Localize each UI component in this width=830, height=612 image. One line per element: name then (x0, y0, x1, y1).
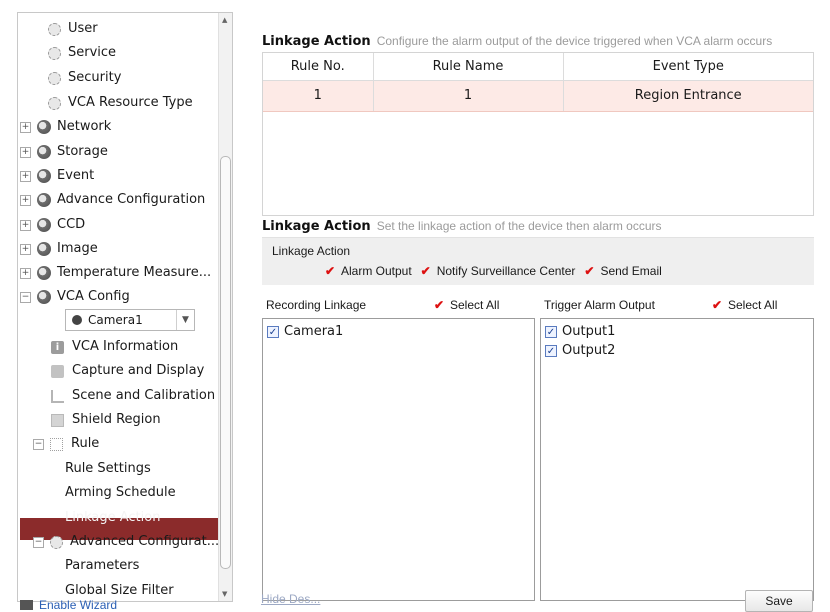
rule-table: Rule No. Rule Name Event Type 1 1 Region… (263, 53, 813, 112)
expand-icon[interactable]: + (20, 219, 31, 231)
globe-icon (37, 242, 51, 256)
tree-scrollbar[interactable]: ▲ ▼ (218, 13, 232, 601)
list-item[interactable]: ✓ Output1 (545, 322, 813, 341)
tree-item-storage[interactable]: + Storage (20, 140, 108, 164)
checkbox-checked-icon[interactable]: ✓ (267, 325, 279, 338)
table-row[interactable]: 1 1 Region Entrance (263, 79, 813, 112)
checkmark-icon: ✔ (433, 298, 445, 312)
collapse-icon[interactable]: − (33, 536, 44, 548)
notify-surveillance-center-checkbox[interactable]: ✔ Notify Surveillance Center (420, 264, 576, 278)
cell-rule-name: 1 (373, 79, 564, 112)
trigger-alarm-output-header: Trigger Alarm Output (544, 298, 655, 312)
checkbox-checked-icon[interactable]: ✓ (545, 325, 557, 338)
globe-icon (37, 169, 51, 183)
linkage-options: ✔ Alarm Output ✔ Notify Surveillance Cen… (324, 264, 662, 278)
hide-description-link[interactable]: Hide Des... (261, 592, 320, 606)
tree-item-advance-configuration[interactable]: + Advance Configuration (20, 188, 205, 212)
column-header-event-type[interactable]: Event Type (563, 53, 813, 81)
checkmark-icon: ✔ (584, 264, 595, 278)
scroll-down-icon[interactable]: ▼ (222, 590, 227, 598)
tree-item-temperature-measure[interactable]: + Temperature Measure... (20, 261, 211, 285)
globe-icon (37, 266, 51, 280)
expand-icon[interactable]: + (20, 267, 31, 279)
expand-icon[interactable]: + (20, 194, 31, 206)
tree-item-scene-and-calibration[interactable]: Scene and Calibration (51, 384, 215, 408)
scroll-up-icon[interactable]: ▲ (222, 16, 227, 24)
list-item[interactable]: ✓ Output2 (545, 341, 813, 360)
chevron-down-icon[interactable]: ▼ (176, 310, 194, 330)
expand-icon[interactable]: + (20, 146, 31, 158)
tree-item-vca-information[interactable]: i VCA Information (51, 335, 178, 359)
globe-icon (37, 290, 51, 304)
cell-rule-no: 1 (263, 79, 374, 112)
collapse-icon[interactable]: − (33, 438, 44, 450)
linkage-action-heading: Linkage Action Configure the alarm output… (262, 34, 773, 49)
cell-event-type: Region Entrance (563, 79, 813, 112)
gear-icon (48, 96, 61, 110)
checkmark-icon: ✔ (711, 298, 723, 312)
capture-icon (51, 364, 64, 378)
navigation-tree: User Service Security VCA Resource Type … (17, 12, 233, 602)
recording-select-all-checkbox[interactable]: ✔ Select All (433, 292, 499, 318)
column-header-rule-no[interactable]: Rule No. (263, 53, 374, 81)
shield-icon (51, 413, 64, 427)
tree-item-shield-region[interactable]: Shield Region (51, 408, 161, 432)
linkage-group-label: Linkage Action (272, 244, 351, 258)
tree-item-parameters[interactable]: Parameters (65, 554, 139, 578)
expand-icon[interactable]: + (20, 170, 31, 182)
scene-icon (51, 389, 64, 403)
rule-table-panel: Rule No. Rule Name Event Type 1 1 Region… (262, 52, 814, 216)
info-icon: i (51, 340, 64, 354)
tree-item-arming-schedule[interactable]: Arming Schedule (65, 481, 176, 505)
checkmark-icon: ✔ (420, 264, 431, 278)
tree-item-vca-config[interactable]: − VCA Config (20, 285, 130, 309)
linkage-options-panel: Linkage Action ✔ Alarm Output ✔ Notify S… (262, 237, 814, 285)
gear-icon (50, 535, 63, 549)
checkmark-icon: ✔ (324, 264, 336, 278)
tree-item-security[interactable]: Security (48, 66, 121, 90)
gear-icon (48, 46, 61, 60)
column-header-rule-name[interactable]: Rule Name (373, 53, 564, 81)
tree-item-event[interactable]: + Event (20, 164, 94, 188)
globe-icon (37, 120, 51, 134)
tree-item-linkage-action[interactable]: Linkage Action (65, 506, 160, 530)
tree-item-ccd[interactable]: + CCD (20, 213, 85, 237)
tree-item-rule-settings[interactable]: Rule Settings (65, 457, 151, 481)
scroll-thumb[interactable] (220, 156, 231, 569)
trigger-alarm-output-list: ✓ Output1 ✓ Output2 (540, 318, 814, 601)
gear-icon (48, 71, 61, 85)
trigger-select-all-checkbox[interactable]: ✔ Select All (711, 292, 777, 318)
tree-item-advanced-configuration[interactable]: − Advanced Configurat... (33, 530, 219, 554)
recording-linkage-header: Recording Linkage (266, 298, 367, 312)
tree-item-service[interactable]: Service (48, 41, 116, 65)
globe-icon (37, 193, 51, 207)
tree-item-rule[interactable]: − Rule (33, 432, 99, 456)
camera-select[interactable]: Camera1 ▼ (65, 309, 195, 331)
send-email-checkbox[interactable]: ✔ Send Email (583, 264, 661, 278)
tree-item-image[interactable]: + Image (20, 237, 98, 261)
linkage-action-subheading: Linkage Action Set the linkage action of … (262, 219, 662, 234)
rule-icon (50, 437, 63, 451)
globe-icon (37, 145, 51, 159)
table-header-row: Rule No. Rule Name Event Type (263, 53, 813, 81)
tree-item-network[interactable]: + Network (20, 115, 111, 139)
tree-item-vca-resource-type[interactable]: VCA Resource Type (48, 91, 193, 115)
enable-wizard-link[interactable]: Enable Wizard (20, 598, 117, 612)
checkbox-checked-icon[interactable]: ✓ (545, 344, 557, 357)
camera-icon (72, 315, 82, 325)
gear-icon (48, 22, 61, 36)
globe-icon (37, 218, 51, 232)
collapse-icon[interactable]: − (20, 291, 31, 303)
list-item[interactable]: ✓ Camera1 (267, 322, 534, 341)
tree-item-user[interactable]: User (48, 17, 98, 41)
tree-item-capture-and-display[interactable]: Capture and Display (51, 359, 204, 383)
expand-icon[interactable]: + (20, 121, 31, 133)
alarm-output-checkbox[interactable]: ✔ Alarm Output (324, 264, 412, 278)
expand-icon[interactable]: + (20, 243, 31, 255)
recording-linkage-list: ✓ Camera1 (262, 318, 535, 601)
